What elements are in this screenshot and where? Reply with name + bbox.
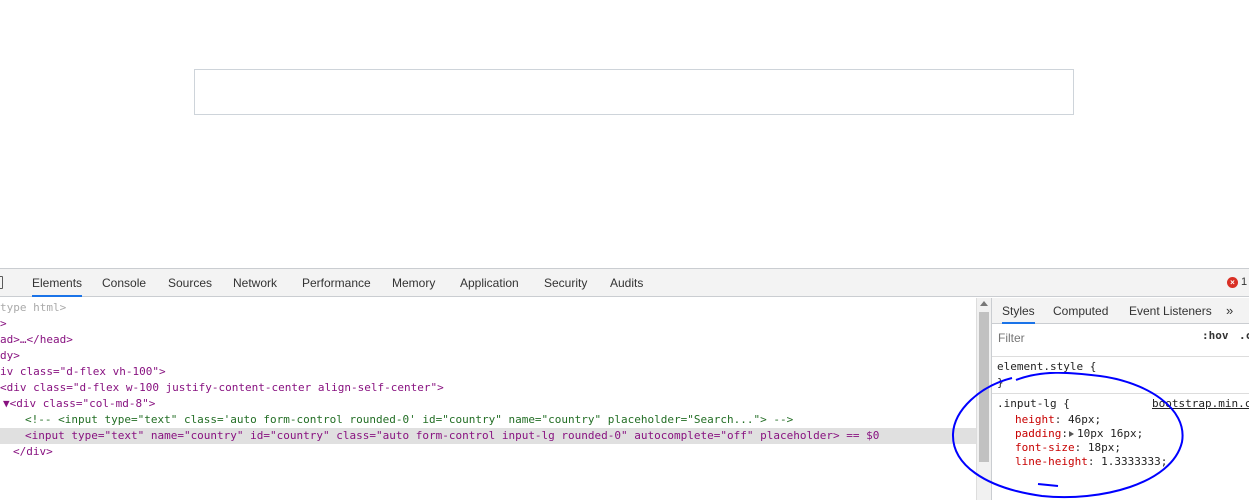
expand-triangle-icon[interactable] [1068, 430, 1074, 437]
more-tabs-icon[interactable]: » [1226, 298, 1233, 324]
country-input[interactable] [194, 69, 1074, 115]
tab-computed[interactable]: Computed [1053, 298, 1108, 324]
tab-styles[interactable]: Styles [1002, 298, 1035, 324]
dom-line[interactable]: <div class="d-flex w-100 justify-content… [0, 380, 976, 396]
declaration-height[interactable]: height: 46px; [1015, 413, 1101, 427]
cls-toggle[interactable]: .c [1239, 329, 1249, 342]
dom-line[interactable]: > [0, 316, 976, 332]
page-viewport [0, 0, 1249, 268]
tab-console[interactable]: Console [102, 269, 146, 297]
styles-tabbar: Styles Computed Event Listeners » [992, 298, 1249, 324]
dom-line[interactable]: ▼<div class="col-md-8"> [3, 396, 976, 412]
styles-filter-input[interactable] [996, 329, 1192, 347]
tab-security[interactable]: Security [544, 269, 587, 297]
scroll-thumb[interactable] [979, 312, 989, 462]
error-icon[interactable]: × [1227, 277, 1238, 288]
tab-network[interactable]: Network [233, 269, 277, 297]
dom-tree: type html> > ad>…</head> dy> iv class="d… [0, 298, 976, 500]
divider [992, 393, 1249, 394]
dom-selected-line[interactable]: <input type="text" name="country" id="co… [0, 428, 976, 444]
element-style-open[interactable]: element.style { [997, 360, 1096, 374]
declaration-line-height[interactable]: line-height: 1.3333333; [1015, 455, 1167, 469]
inspect-element-icon[interactable] [0, 276, 3, 289]
tab-application[interactable]: Application [460, 269, 519, 297]
dom-scrollbar[interactable] [976, 298, 991, 500]
devtools-panel: Elements Console Sources Network Perform… [0, 268, 1249, 500]
rule-selector[interactable]: .input-lg { [997, 397, 1070, 411]
dom-line[interactable]: iv class="d-flex vh-100"> [0, 364, 976, 380]
declaration-font-size[interactable]: font-size: 18px; [1015, 441, 1121, 455]
error-count[interactable]: 1 [1241, 276, 1247, 288]
dom-line[interactable]: type html> [0, 300, 976, 316]
tab-memory[interactable]: Memory [392, 269, 435, 297]
hov-toggle[interactable]: :hov [1202, 329, 1229, 342]
tab-event-listeners[interactable]: Event Listeners [1129, 298, 1212, 324]
devtools-tabbar: Elements Console Sources Network Perform… [0, 269, 1249, 297]
dom-comment-line[interactable]: <!-- <input type="text" class='auto form… [25, 412, 976, 428]
element-style-close: } [997, 376, 1004, 389]
tab-sources[interactable]: Sources [168, 269, 212, 297]
dom-line[interactable]: dy> [0, 348, 976, 364]
declaration-padding[interactable]: padding: 10px 16px; [1015, 427, 1143, 441]
rule-source-link[interactable]: bootstrap.min.c [1152, 397, 1249, 410]
dom-line[interactable]: ad>…</head> [0, 332, 976, 348]
tab-elements[interactable]: Elements [32, 269, 83, 297]
dom-line[interactable]: </div> [13, 444, 976, 460]
scroll-up-icon[interactable] [980, 301, 988, 306]
styles-pane: Styles Computed Event Listeners » :hov .… [991, 298, 1249, 500]
tab-audits[interactable]: Audits [610, 269, 643, 297]
tab-performance[interactable]: Performance [302, 269, 371, 297]
divider [992, 356, 1249, 357]
